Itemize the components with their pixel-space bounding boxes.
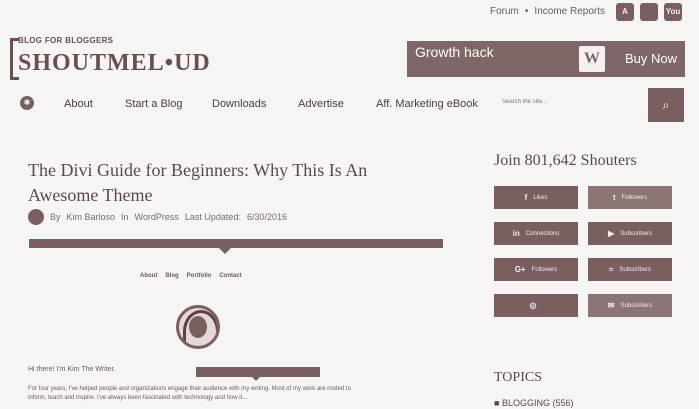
topic-blogging-label: BLOGGING (556) bbox=[501, 398, 574, 408]
search-input[interactable] bbox=[500, 98, 624, 106]
rss-icon: ≈ bbox=[608, 265, 614, 274]
search-button[interactable]: ⌕ bbox=[648, 88, 684, 122]
mini-menu-about: About bbox=[140, 273, 158, 279]
google-plus-icon: G+ bbox=[514, 265, 526, 274]
screenshot-mini-menu: About Blog Portfolio Contact bbox=[140, 273, 242, 279]
topics-heading: TOPICS bbox=[494, 370, 542, 385]
hello-text: Hi there! I'm Kim The Writer. bbox=[28, 366, 116, 373]
facebook-icon: f bbox=[524, 193, 528, 202]
android-icon[interactable]: A bbox=[616, 3, 634, 21]
site-logo[interactable]: BLOG FOR BLOGGERS SHOUTMEL•UD bbox=[10, 36, 255, 80]
article-meta: By Kim Barloso In WordPress Last Updated… bbox=[28, 209, 287, 225]
linkedin-label: Connections bbox=[525, 230, 560, 237]
twitter-icon: t bbox=[612, 193, 616, 202]
portrait-face bbox=[189, 316, 207, 338]
topic-icon: ■ bbox=[494, 398, 502, 408]
youtube-label: Subscribers bbox=[620, 230, 652, 237]
screenshot-header-bar bbox=[29, 239, 443, 254]
email-label: Subscribers bbox=[620, 302, 653, 309]
linkedin-button[interactable]: in Connections bbox=[494, 222, 578, 245]
category-link[interactable]: WordPress bbox=[135, 212, 179, 222]
screenshot-icon-strip bbox=[196, 367, 320, 381]
ad-headline: Growth hack bbox=[415, 44, 494, 60]
nav-advertise[interactable]: Advertise bbox=[298, 98, 344, 110]
email-button[interactable]: ✉ Subscribers bbox=[588, 294, 672, 317]
author-link[interactable]: Kim Barloso bbox=[67, 212, 116, 222]
updated-date: 6/30/2016 bbox=[246, 212, 287, 222]
rss-button[interactable]: ≈ Subscribers bbox=[588, 258, 672, 281]
rss-label: Subscribers bbox=[619, 266, 652, 273]
in-label: In bbox=[121, 212, 129, 222]
facebook-label: Likes bbox=[533, 194, 548, 201]
email-icon: ✉ bbox=[607, 301, 615, 310]
article-paragraph: For four years, I've helped people and o… bbox=[28, 386, 351, 401]
nav-aff-marketing-ebook[interactable]: Aff. Marketing eBook bbox=[376, 98, 478, 110]
search-icon: ⌕ bbox=[662, 98, 670, 112]
snapchat-button[interactable]: ◎ bbox=[494, 294, 578, 317]
buy-now-button[interactable]: Buy Now bbox=[625, 51, 677, 66]
google-plus-button[interactable]: G+ Followers bbox=[494, 258, 578, 281]
nav-about[interactable]: About bbox=[64, 98, 93, 110]
author-portrait bbox=[176, 305, 220, 349]
mini-menu-contact: Contact bbox=[219, 273, 242, 279]
logo-wordmark: SHOUTMEL•UD bbox=[18, 50, 211, 76]
youtube-icon[interactable]: You bbox=[664, 3, 682, 21]
snapchat-icon: ◎ bbox=[529, 301, 537, 310]
forum-link[interactable]: Forum bbox=[490, 6, 519, 17]
join-heading: Join 801,642 Shouters bbox=[494, 152, 637, 169]
updated-label: Last Updated: bbox=[184, 212, 241, 222]
bar-arrow bbox=[219, 248, 231, 254]
linkedin-icon: in bbox=[512, 229, 520, 238]
google-plus-label: Followers bbox=[531, 266, 558, 273]
apple-icon[interactable] bbox=[640, 3, 658, 21]
wordpress-icon: W bbox=[579, 46, 605, 72]
nav-downloads[interactable]: Downloads bbox=[212, 98, 266, 110]
mini-menu-portfolio: Portfolio bbox=[186, 273, 212, 279]
by-label: By bbox=[50, 212, 61, 222]
mini-menu-blog: Blog bbox=[165, 273, 179, 279]
youtube-play-icon: ▶ bbox=[608, 229, 615, 238]
top-social-icons: A You bbox=[616, 3, 682, 21]
twitter-label: Followers bbox=[621, 194, 648, 201]
top-links: Forum • Income Reports bbox=[490, 6, 605, 17]
separator: • bbox=[524, 6, 529, 17]
growth-hack-ad[interactable]: Growth hack W Buy Now bbox=[407, 41, 685, 77]
author-avatar bbox=[28, 209, 44, 225]
income-reports-link[interactable]: Income Reports bbox=[534, 6, 605, 17]
facebook-button[interactable]: f Likes bbox=[494, 186, 578, 209]
topic-blogging[interactable]: ■ BLOGGING (556) bbox=[494, 398, 573, 408]
home-icon[interactable]: ✱ bbox=[20, 96, 34, 110]
strip-arrow bbox=[252, 377, 260, 381]
main-nav: ✱ About Start a Blog Downloads Advertise… bbox=[0, 88, 699, 122]
nav-start-a-blog[interactable]: Start a Blog bbox=[125, 98, 182, 110]
logo-tagline: BLOG FOR BLOGGERS bbox=[18, 36, 114, 45]
youtube-button[interactable]: ▶ Subscribers bbox=[588, 222, 672, 245]
article-title: The Divi Guide for Beginners: Why This I… bbox=[28, 160, 368, 205]
twitter-button[interactable]: t Followers bbox=[588, 186, 672, 209]
